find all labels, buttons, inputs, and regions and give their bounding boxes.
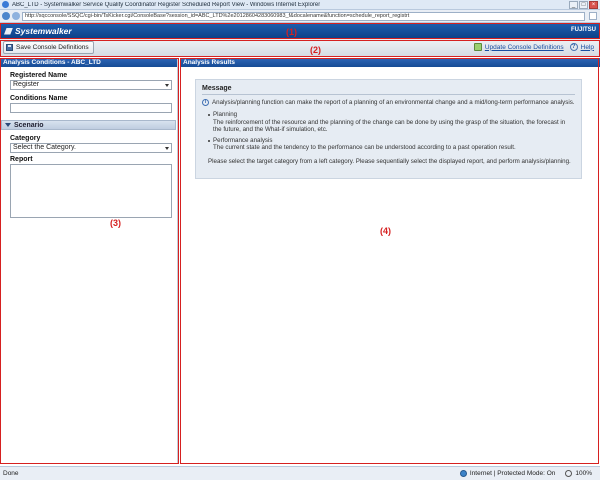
window-controls: _ □ × <box>569 1 598 9</box>
logo-text: Systemwalker <box>15 26 72 36</box>
zone-text: Internet | Protected Mode: On <box>469 470 556 477</box>
zoom-control[interactable]: 100% <box>565 470 592 477</box>
help-link-label: Help <box>580 43 594 51</box>
window-title: ABC_LTD - Systemwalker Service Quality C… <box>12 1 321 8</box>
report-label: Report <box>10 156 33 163</box>
help-icon: ? <box>569 43 578 51</box>
forward-icon[interactable] <box>12 12 20 20</box>
back-icon[interactable] <box>2 12 10 20</box>
address-bar: http://sqcconsole/SSQC/cgi-bin/TsKicker.… <box>0 10 600 23</box>
globe-icon <box>459 470 467 477</box>
update-link-label: Update Console Definitions <box>484 43 564 51</box>
left-panel-title: Analysis Conditions - ABC_LTD <box>0 58 177 67</box>
scenario-label: Scenario <box>14 121 44 129</box>
save-disk-icon <box>6 44 13 51</box>
status-text: Done <box>3 470 19 477</box>
help-link[interactable]: ? Help <box>569 43 594 51</box>
right-panel-title-text: Analysis Results <box>183 59 236 66</box>
bullet-icon <box>208 139 210 142</box>
message-box: Message i Analysis/planning function can… <box>195 79 582 179</box>
security-zone[interactable]: Internet | Protected Mode: On <box>459 470 556 477</box>
update-icon <box>473 43 482 51</box>
message-intro: Analysis/planning function can make the … <box>212 99 575 106</box>
toolbar: Save Console Definitions Update Console … <box>0 39 600 57</box>
chevron-down-icon <box>165 84 169 87</box>
conditions-name-input[interactable] <box>10 103 172 113</box>
report-listbox[interactable] <box>10 164 172 218</box>
zoom-icon <box>565 470 573 477</box>
feature-list: Planning The reinforcement of the resour… <box>208 111 575 152</box>
right-panel-title: Analysis Results <box>180 58 600 67</box>
update-console-definitions-link[interactable]: Update Console Definitions <box>473 43 564 51</box>
logo-mark-icon <box>4 27 13 35</box>
region-1-label: (1) <box>286 27 297 37</box>
save-button-label: Save Console Definitions <box>16 44 89 51</box>
minimize-icon[interactable]: _ <box>569 1 578 9</box>
planning-title: Planning <box>213 111 238 118</box>
category-label: Category <box>10 135 41 142</box>
scenario-section-header[interactable]: Scenario <box>1 120 176 130</box>
region-2-label: (2) <box>310 45 321 55</box>
region-3-label: (3) <box>110 218 121 228</box>
toolbar-right: Update Console Definitions ? Help <box>473 43 594 51</box>
bullet-icon <box>208 114 210 116</box>
message-instruction: Please select the target category from a… <box>208 157 571 165</box>
performance-analysis-text: The current state and the tendency to th… <box>213 144 516 151</box>
chevron-down-icon <box>165 147 169 150</box>
registered-name-value: Register <box>13 81 40 88</box>
status-right: Internet | Protected Mode: On 100% <box>459 470 592 477</box>
list-item: Performance analysis The current state a… <box>208 137 575 152</box>
save-console-definitions-button[interactable]: Save Console Definitions <box>3 41 94 54</box>
region-4-label: (4) <box>380 226 391 236</box>
planning-text: The reinforcement of the resource and th… <box>213 118 566 134</box>
status-bar: Done Internet | Protected Mode: On 100% <box>0 466 600 480</box>
message-heading: Message <box>202 85 575 95</box>
url-field[interactable]: http://sqcconsole/SSQC/cgi-bin/TsKicker.… <box>22 11 585 21</box>
registered-name-label: Registered Name <box>10 72 68 79</box>
registered-name-select[interactable]: Register <box>10 80 172 90</box>
app-header: Systemwalker FUJITSU <box>0 23 600 39</box>
analysis-conditions-panel: Analysis Conditions - ABC_LTD Registered… <box>0 58 178 464</box>
systemwalker-logo: Systemwalker <box>4 26 72 36</box>
list-item: Planning The reinforcement of the resour… <box>208 111 575 134</box>
ie-icon <box>2 1 9 8</box>
conditions-name-label: Conditions Name <box>10 95 68 102</box>
maximize-icon[interactable]: □ <box>579 1 588 9</box>
category-value: Select the Category. <box>13 144 76 151</box>
message-intro-row: i Analysis/planning function can make th… <box>202 99 575 106</box>
info-icon: i <box>202 99 209 106</box>
analysis-results-panel: Analysis Results Message i Analysis/plan… <box>180 58 600 464</box>
close-icon[interactable]: × <box>589 1 598 9</box>
refresh-icon[interactable] <box>589 12 597 20</box>
fujitsu-logo: FUJITSU <box>570 27 596 33</box>
category-select[interactable]: Select the Category. <box>10 143 172 153</box>
collapse-triangle-icon <box>5 123 11 127</box>
window-titlebar: ABC_LTD - Systemwalker Service Quality C… <box>0 0 600 10</box>
zoom-text: 100% <box>575 470 592 477</box>
performance-analysis-title: Performance analysis <box>213 136 273 144</box>
